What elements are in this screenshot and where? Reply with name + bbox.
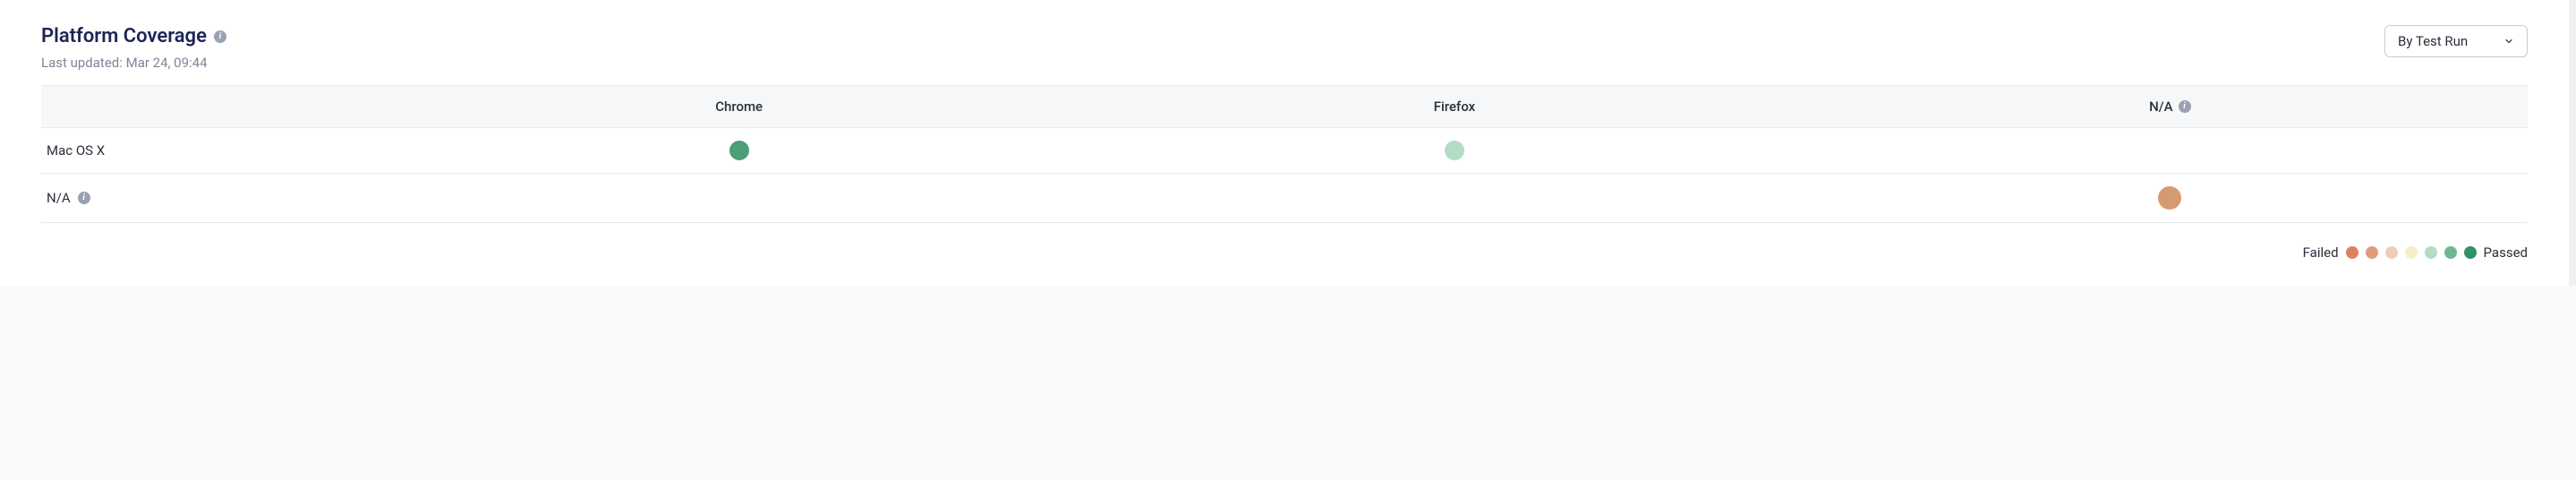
legend-passed-label: Passed (2484, 244, 2528, 261)
chevron-down-icon (2503, 36, 2514, 47)
status-dot (2158, 186, 2181, 210)
legend-swatch (2366, 246, 2378, 259)
legend-swatch (2405, 246, 2418, 259)
panel-header: Platform Coverage i Last updated: Mar 24… (41, 25, 2528, 71)
row-label-macosx: Mac OS X (41, 130, 381, 171)
col-header-na-text: N/A (2149, 99, 2172, 115)
table-header-row: Chrome Firefox N/A i (41, 86, 2528, 128)
title-text: Platform Coverage (41, 25, 207, 47)
legend-swatch (2464, 246, 2477, 259)
col-header-firefox: Firefox (1096, 86, 1812, 127)
legend-swatch (2425, 246, 2437, 259)
col-header-os (41, 94, 381, 119)
cell-na-chrome (381, 185, 1096, 210)
platform-coverage-panel: Platform Coverage i Last updated: Mar 24… (0, 0, 2576, 286)
col-header-chrome: Chrome (381, 86, 1096, 127)
row-label-text: N/A (47, 190, 71, 206)
view-select[interactable]: By Test Run (2384, 25, 2528, 57)
status-dot (729, 141, 749, 160)
row-label-na: N/A i (41, 177, 381, 219)
view-select-label: By Test Run (2398, 33, 2468, 49)
cell-na-firefox (1096, 185, 1812, 210)
info-icon[interactable]: i (78, 192, 90, 204)
table-row: Mac OS X (41, 128, 2528, 174)
cell-na-na[interactable] (1813, 174, 2528, 222)
legend-swatch (2385, 246, 2398, 259)
info-icon[interactable]: i (214, 30, 226, 43)
table-row: N/A i (41, 174, 2528, 223)
row-label-text: Mac OS X (47, 142, 105, 159)
last-updated: Last updated: Mar 24, 09:44 (41, 55, 226, 71)
legend-swatch (2346, 246, 2358, 259)
coverage-table: Chrome Firefox N/A i Mac OS X (41, 85, 2528, 223)
col-header-na: N/A i (1813, 86, 2528, 127)
status-dot (1445, 141, 1464, 160)
cell-macosx-na (1813, 138, 2528, 163)
page-title: Platform Coverage i (41, 25, 226, 47)
legend-failed-label: Failed (2303, 244, 2339, 261)
cell-macosx-chrome[interactable] (381, 128, 1096, 173)
legend-swatch (2444, 246, 2457, 259)
info-icon[interactable]: i (2179, 100, 2191, 113)
legend: Failed Passed (41, 244, 2528, 261)
title-block: Platform Coverage i Last updated: Mar 24… (41, 25, 226, 71)
cell-macosx-firefox[interactable] (1096, 128, 1812, 173)
